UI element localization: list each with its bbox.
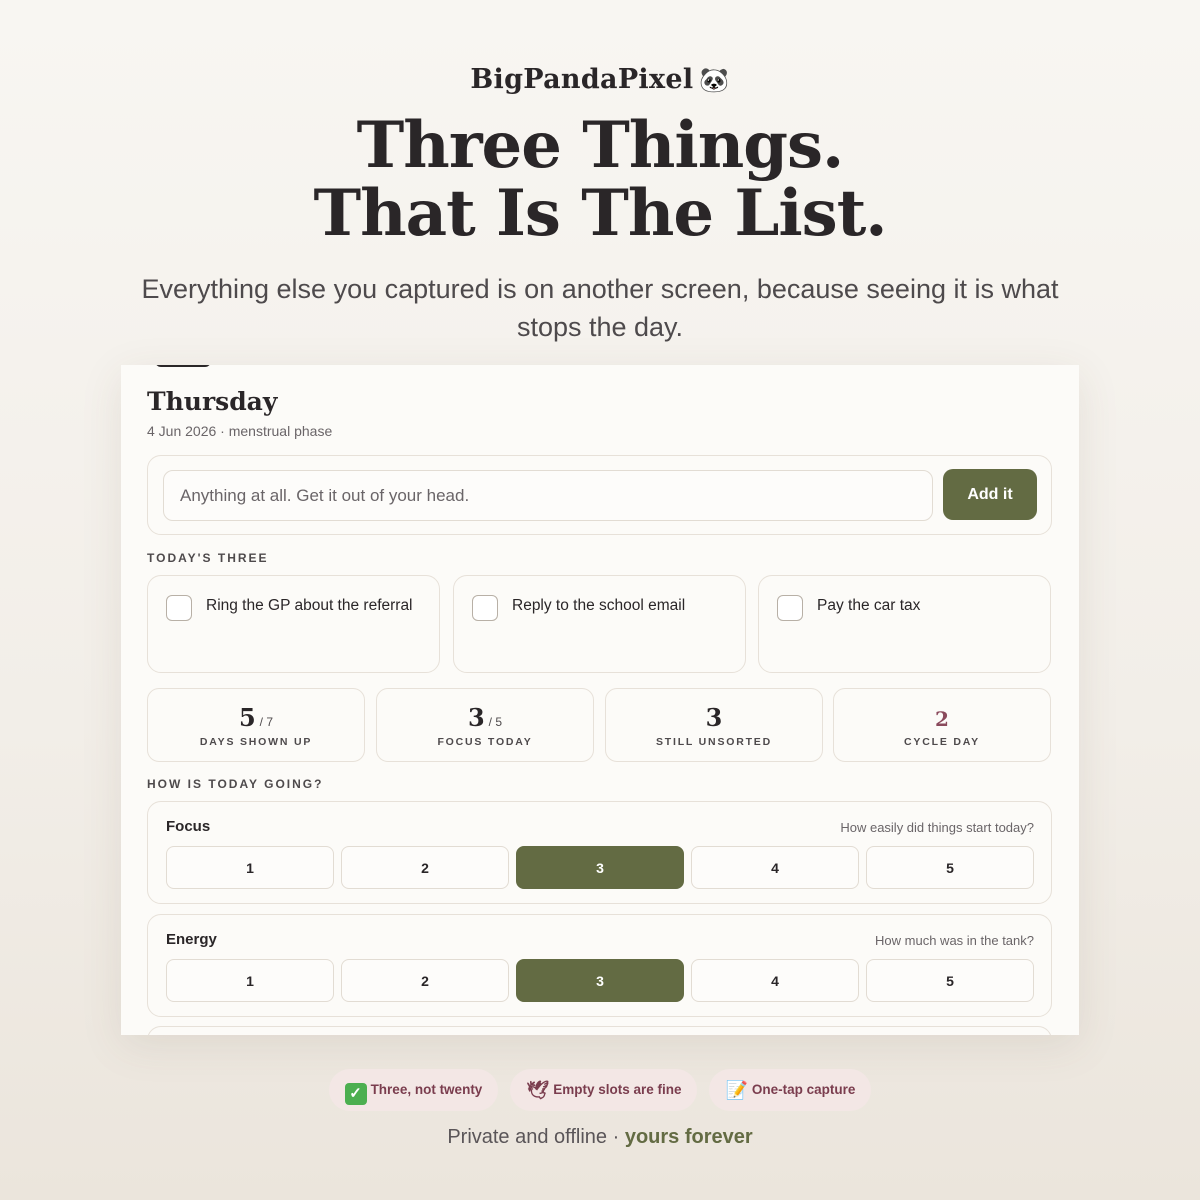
rating-energy: Energy How much was in the tank? 1 2 3 4… — [147, 914, 1052, 1017]
rating-option-5[interactable]: 5 — [866, 846, 1034, 889]
stat-value: 3 — [705, 703, 723, 732]
task-checkbox[interactable] — [472, 595, 498, 621]
rating-option-3[interactable]: 3 — [516, 959, 684, 1002]
capture-card: Add it — [147, 455, 1052, 535]
pill-one-tap-capture: 📝 One-tap capture — [709, 1069, 872, 1111]
stat-cycle-day: 2 CYCLE DAY — [833, 688, 1051, 762]
panda-icon: 🐼 — [699, 65, 730, 94]
date-line: 4 Jun 2026 · menstrual phase — [147, 423, 333, 439]
hero-headline: Three Things. That Is The List. — [0, 112, 1200, 248]
rating-name: Focus — [166, 818, 211, 835]
stat-still-unsorted: 3 STILL UNSORTED — [605, 688, 823, 762]
rating-question: How much was in the tank? — [875, 933, 1034, 948]
footer-emphasis: yours forever — [624, 1126, 753, 1148]
pill-three-not-twenty: ✓ Three, not twenty — [328, 1069, 499, 1111]
hero-subhead: Everything else you captured is on anoth… — [141, 274, 1059, 342]
task-card-2[interactable]: Reply to the school email — [453, 575, 746, 673]
stat-caption: DAYS SHOWN UP — [199, 736, 313, 748]
capture-input[interactable] — [163, 470, 933, 521]
check-mark-icon: ✓ — [344, 1083, 367, 1105]
brand-name: BigPandaPixel — [470, 64, 694, 95]
task-label: Pay the car tax — [817, 597, 921, 614]
task-checkbox[interactable] — [777, 595, 803, 621]
rating-card-partial — [147, 1026, 1052, 1035]
rating-option-3[interactable]: 3 — [516, 846, 684, 889]
top-tab-indicator — [155, 365, 211, 367]
task-checkbox[interactable] — [166, 595, 192, 621]
rating-option-1[interactable]: 1 — [166, 846, 334, 889]
task-card-3[interactable]: Pay the car tax — [758, 575, 1051, 673]
day-title: Thursday — [147, 387, 278, 416]
footer-tagline: Private and offline · yours forever — [0, 1126, 1200, 1149]
stat-value: 5/ 7 — [238, 703, 274, 732]
headline-line-2: That Is The List. — [313, 176, 887, 251]
stat-value: 3/ 5 — [467, 703, 503, 732]
rating-option-2[interactable]: 2 — [341, 846, 509, 889]
rating-question: How easily did things start today? — [840, 820, 1034, 835]
stat-days-shown-up: 5/ 7 DAYS SHOWN UP — [147, 688, 365, 762]
headline-line-1: Three Things. — [356, 108, 845, 183]
task-card-1[interactable]: Ring the GP about the referral — [147, 575, 440, 673]
task-label: Ring the GP about the referral — [206, 597, 413, 614]
rating-option-4[interactable]: 4 — [691, 959, 859, 1002]
rating-name: Energy — [166, 931, 217, 948]
app-screen: Thursday 4 Jun 2026 · menstrual phase Ad… — [121, 365, 1079, 1035]
rating-option-4[interactable]: 4 — [691, 846, 859, 889]
memo-icon: 📝 — [725, 1080, 748, 1100]
footer-text: Private and offline · — [447, 1126, 625, 1148]
rating-option-2[interactable]: 2 — [341, 959, 509, 1002]
task-label: Reply to the school email — [512, 597, 686, 614]
rating-focus: Focus How easily did things start today?… — [147, 801, 1052, 904]
feature-pills: ✓ Three, not twenty 🕊 Empty slots are fine… — [0, 1069, 1200, 1111]
stat-value: 2 — [935, 707, 949, 731]
stat-caption: CYCLE DAY — [904, 736, 980, 748]
rating-option-5[interactable]: 5 — [866, 959, 1034, 1002]
stat-caption: FOCUS TODAY — [437, 736, 533, 748]
dove-icon: 🕊 — [526, 1080, 550, 1100]
stat-caption: STILL UNSORTED — [655, 736, 772, 748]
rating-option-1[interactable]: 1 — [166, 959, 334, 1002]
todays-three-label: TODAY'S THREE — [147, 551, 269, 565]
how-going-label: HOW IS TODAY GOING? — [147, 777, 324, 791]
add-it-button[interactable]: Add it — [943, 469, 1037, 520]
stat-focus-today: 3/ 5 FOCUS TODAY — [376, 688, 594, 762]
brand-title: BigPandaPixel 🐼 — [0, 64, 1200, 95]
pill-empty-slots: 🕊 Empty slots are fine — [510, 1069, 698, 1111]
